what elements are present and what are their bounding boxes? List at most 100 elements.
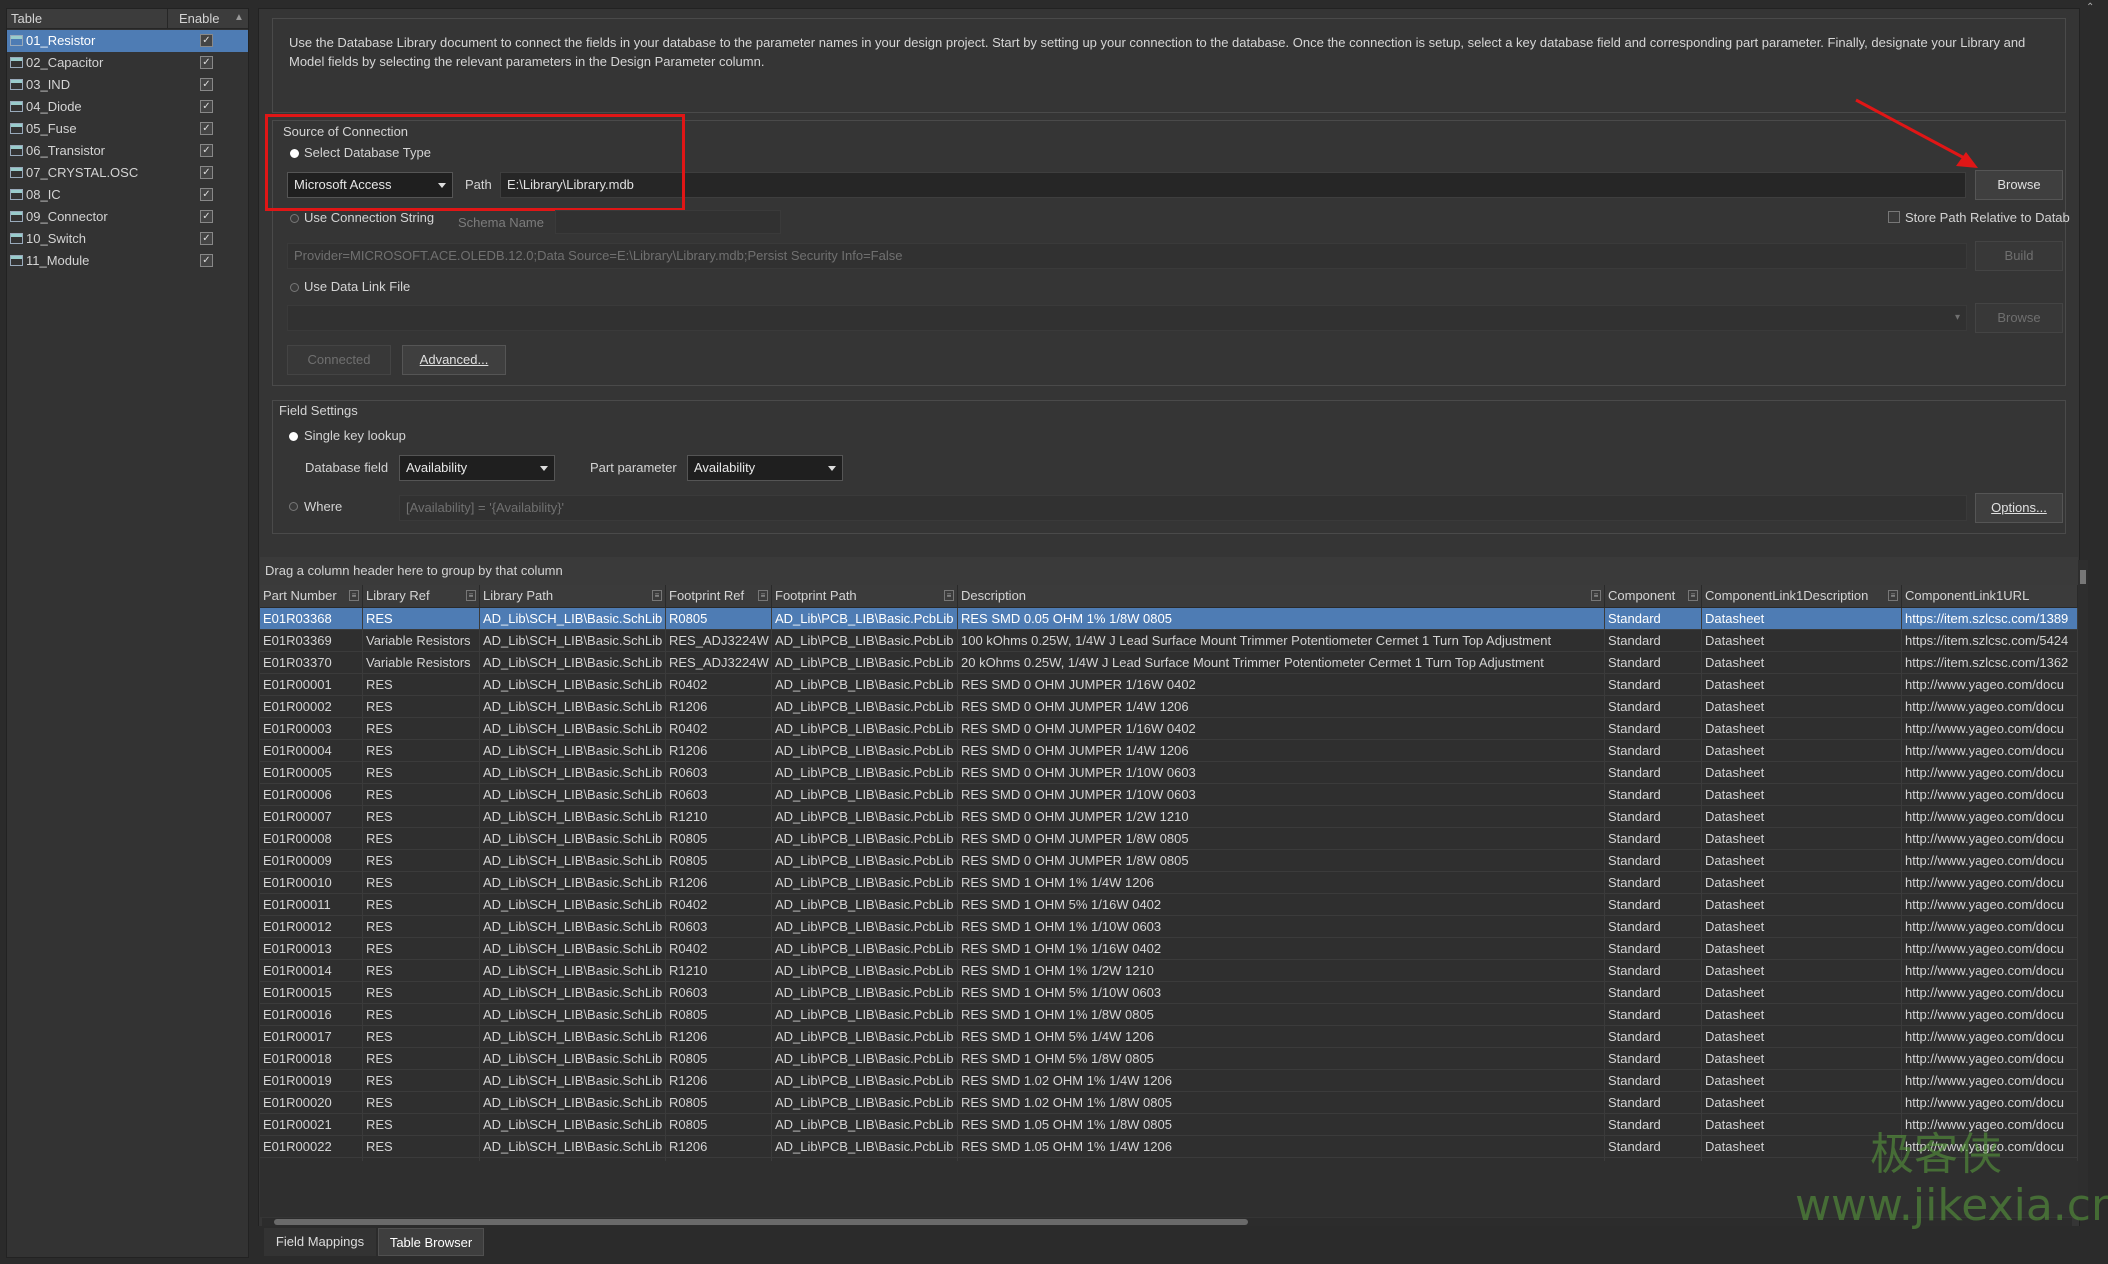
- table-cell[interactable]: http://www.yageo.com/docu: [1902, 916, 2078, 938]
- table-cell[interactable]: AD_Lib\SCH_LIB\Basic.SchLib: [480, 894, 666, 916]
- vertical-scroll-thumb[interactable]: [2080, 570, 2086, 584]
- column-header-enable[interactable]: Enable: [179, 11, 219, 26]
- table-row[interactable]: E01R00019 RES AD_Lib\SCH_LIB\Basic.SchLib R…: [260, 1070, 2078, 1092]
- table-cell[interactable]: http://www.yageo.com/docu: [1902, 982, 2078, 1004]
- table-cell[interactable]: Standard: [1605, 652, 1702, 674]
- table-cell[interactable]: E01R00001: [260, 674, 363, 696]
- table-cell[interactable]: RES SMD 1 OHM 5% 1/10W 0603: [958, 982, 1605, 1004]
- table-row[interactable]: E01R00008 RES AD_Lib\SCH_LIB\Basic.SchLib R…: [260, 828, 2078, 850]
- filter-icon[interactable]: ≡: [652, 590, 662, 601]
- table-cell[interactable]: AD_Lib\SCH_LIB\Basic.SchLib: [480, 696, 666, 718]
- advanced-button[interactable]: Advanced...: [402, 345, 506, 375]
- table-row[interactable]: E01R00013 RES AD_Lib\SCH_LIB\Basic.SchLib R…: [260, 938, 2078, 960]
- table-list-item[interactable]: 07_CRYSTAL.OSC ✓: [7, 162, 248, 184]
- enable-checkbox[interactable]: ✓: [200, 78, 213, 91]
- enable-checkbox[interactable]: ✓: [200, 144, 213, 157]
- table-cell[interactable]: R0805: [666, 828, 772, 850]
- filter-icon[interactable]: ≡: [349, 590, 359, 601]
- table-cell[interactable]: E01R00018: [260, 1048, 363, 1070]
- radio-single-key-lookup[interactable]: [289, 432, 298, 441]
- table-cell[interactable]: https://item.szlcsc.com/1362: [1902, 652, 2078, 674]
- table-cell[interactable]: Standard: [1605, 872, 1702, 894]
- table-cell[interactable]: Datasheet: [1702, 1048, 1902, 1070]
- table-cell[interactable]: R0805: [666, 1004, 772, 1026]
- table-cell[interactable]: http://www.yageo.com/docu: [1902, 762, 2078, 784]
- table-cell[interactable]: E01R00005: [260, 762, 363, 784]
- table-cell[interactable]: RES SMD 0 OHM JUMPER 1/4W 1206: [958, 696, 1605, 718]
- table-cell[interactable]: AD_Lib\PCB_LIB\Basic.PcbLib: [772, 916, 958, 938]
- table-cell[interactable]: Datasheet: [1702, 740, 1902, 762]
- sort-up-icon[interactable]: ▲: [234, 12, 244, 23]
- table-cell[interactable]: http://www.yageo.com/docu: [1902, 784, 2078, 806]
- table-cell[interactable]: R1206: [666, 1070, 772, 1092]
- table-cell[interactable]: RES SMD 1.05 OHM 1% 1/4W 1206: [958, 1136, 1605, 1158]
- table-cell[interactable]: http://www.yageo.com/docu: [1902, 718, 2078, 740]
- enable-checkbox[interactable]: ✓: [200, 210, 213, 223]
- table-cell[interactable]: RES: [363, 828, 480, 850]
- table-cell[interactable]: http://www.yageo.com/docu: [1902, 1026, 2078, 1048]
- table-cell[interactable]: RES SMD 1.05 OHM 1% 1/8W 0805: [958, 1114, 1605, 1136]
- table-cell[interactable]: AD_Lib\SCH_LIB\Basic.SchLib: [480, 982, 666, 1004]
- table-cell[interactable]: Variable Resistors: [363, 630, 480, 652]
- column-header[interactable]: Component ≡: [1605, 585, 1702, 607]
- table-cell[interactable]: AD_Lib\SCH_LIB\Basic.SchLib: [480, 1114, 666, 1136]
- table-cell[interactable]: R1206: [666, 872, 772, 894]
- radio-use-connection-string[interactable]: [290, 214, 299, 223]
- table-row[interactable]: E01R00006 RES AD_Lib\SCH_LIB\Basic.SchLib R…: [260, 784, 2078, 806]
- table-cell[interactable]: Standard: [1605, 630, 1702, 652]
- table-cell[interactable]: RES: [363, 1114, 480, 1136]
- table-row[interactable]: E01R00007 RES AD_Lib\SCH_LIB\Basic.SchLib R…: [260, 806, 2078, 828]
- table-cell[interactable]: AD_Lib\SCH_LIB\Basic.SchLib: [480, 1004, 666, 1026]
- table-cell[interactable]: RES_ADJ3224W: [666, 630, 772, 652]
- table-cell[interactable]: RES: [363, 1092, 480, 1114]
- table-cell[interactable]: RES: [363, 1070, 480, 1092]
- table-cell[interactable]: Standard: [1605, 784, 1702, 806]
- enable-checkbox[interactable]: ✓: [200, 34, 213, 47]
- table-cell[interactable]: AD_Lib\SCH_LIB\Basic.SchLib: [480, 1136, 666, 1158]
- table-row[interactable]: E01R03368 RES AD_Lib\SCH_LIB\Basic.SchLib R…: [260, 608, 2078, 630]
- table-row[interactable]: E01R00003 RES AD_Lib\SCH_LIB\Basic.SchLib R…: [260, 718, 2078, 740]
- table-cell[interactable]: Standard: [1605, 850, 1702, 872]
- table-cell[interactable]: R0805: [666, 850, 772, 872]
- table-cell[interactable]: AD_Lib\PCB_LIB\Basic.PcbLib: [772, 938, 958, 960]
- table-cell[interactable]: AD_Lib\PCB_LIB\Basic.PcbLib: [772, 1070, 958, 1092]
- column-header-table[interactable]: Table: [11, 11, 42, 26]
- browse-data-link-button[interactable]: Browse: [1975, 303, 2063, 333]
- table-cell[interactable]: RES SMD 0 OHM JUMPER 1/8W 0805: [958, 850, 1605, 872]
- table-list-item[interactable]: 09_Connector ✓: [7, 206, 248, 228]
- table-cell[interactable]: RES SMD 1 OHM 5% 1/16W 0402: [958, 894, 1605, 916]
- table-cell[interactable]: R1210: [666, 960, 772, 982]
- table-cell[interactable]: RES: [363, 762, 480, 784]
- table-cell[interactable]: RES: [363, 894, 480, 916]
- enable-checkbox[interactable]: ✓: [200, 232, 213, 245]
- table-cell[interactable]: http://www.yageo.com/docu: [1902, 960, 2078, 982]
- table-cell[interactable]: RES SMD 1.02 OHM 1% 1/4W 1206: [958, 1070, 1605, 1092]
- table-cell[interactable]: RES: [363, 718, 480, 740]
- table-cell[interactable]: E01R00019: [260, 1070, 363, 1092]
- table-cell[interactable]: AD_Lib\PCB_LIB\Basic.PcbLib: [772, 608, 958, 630]
- table-cell[interactable]: AD_Lib\SCH_LIB\Basic.SchLib: [480, 916, 666, 938]
- table-cell[interactable]: E01R03368: [260, 608, 363, 630]
- filter-icon[interactable]: ≡: [1591, 590, 1601, 601]
- table-cell[interactable]: E01R00007: [260, 806, 363, 828]
- table-cell[interactable]: RES: [363, 696, 480, 718]
- table-cell[interactable]: R1206: [666, 1026, 772, 1048]
- table-cell[interactable]: AD_Lib\SCH_LIB\Basic.SchLib: [480, 806, 666, 828]
- table-cell[interactable]: Standard: [1605, 1136, 1702, 1158]
- table-cell[interactable]: AD_Lib\PCB_LIB\Basic.PcbLib: [772, 740, 958, 762]
- table-cell[interactable]: RES: [363, 1026, 480, 1048]
- table-cell[interactable]: http://www.yageo.com/docu: [1902, 1092, 2078, 1114]
- table-cell[interactable]: AD_Lib\PCB_LIB\Basic.PcbLib: [772, 850, 958, 872]
- table-cell[interactable]: AD_Lib\SCH_LIB\Basic.SchLib: [480, 652, 666, 674]
- table-row[interactable]: E01R00020 RES AD_Lib\SCH_LIB\Basic.SchLib R…: [260, 1092, 2078, 1114]
- table-cell[interactable]: E01R00002: [260, 696, 363, 718]
- table-cell[interactable]: RES SMD 0 OHM JUMPER 1/10W 0603: [958, 762, 1605, 784]
- table-cell[interactable]: http://www.yageo.com/docu: [1902, 1070, 2078, 1092]
- table-cell[interactable]: RES SMD 1 OHM 1% 1/2W 1210: [958, 960, 1605, 982]
- table-cell[interactable]: Datasheet: [1702, 784, 1902, 806]
- table-row[interactable]: E01R00012 RES AD_Lib\SCH_LIB\Basic.SchLib R…: [260, 916, 2078, 938]
- table-row[interactable]: E01R00011 RES AD_Lib\SCH_LIB\Basic.SchLib R…: [260, 894, 2078, 916]
- table-list-item[interactable]: 08_IC ✓: [7, 184, 248, 206]
- table-cell[interactable]: RES SMD 1 OHM 5% 1/8W 0805: [958, 1048, 1605, 1070]
- table-cell[interactable]: RES SMD 0 OHM JUMPER 1/16W 0402: [958, 674, 1605, 696]
